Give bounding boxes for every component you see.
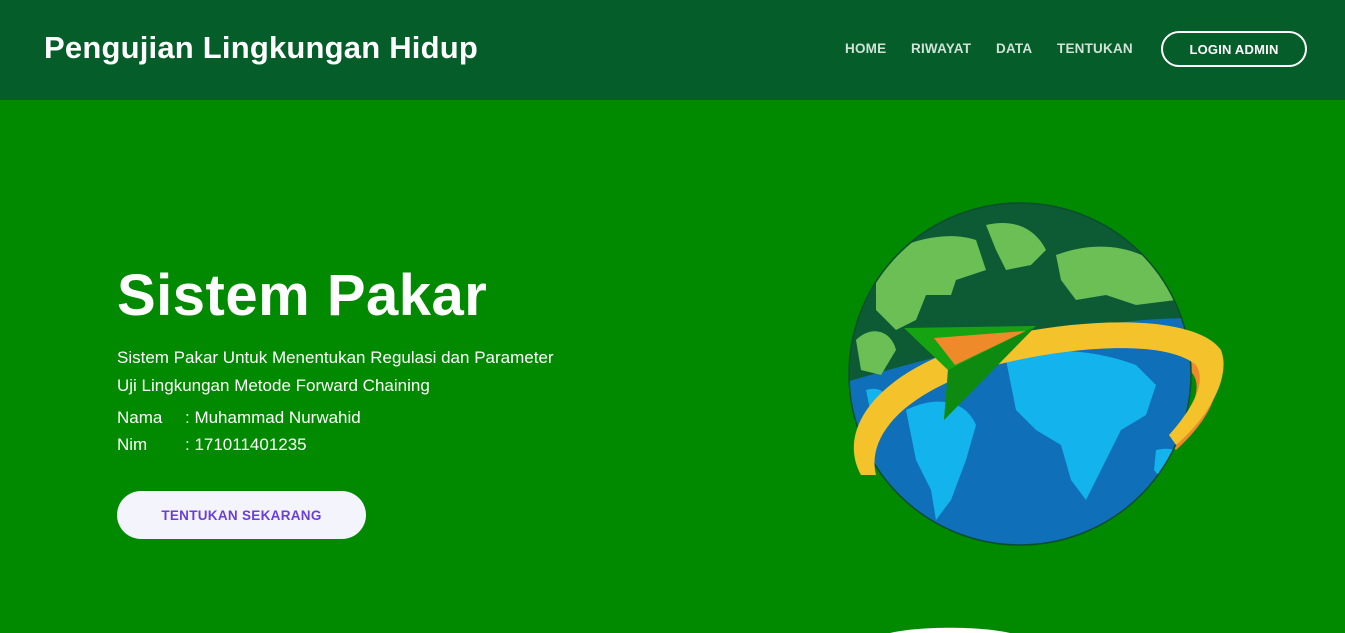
nim-value: : 171011401235: [185, 435, 307, 454]
nav-data-link[interactable]: DATA: [996, 41, 1032, 56]
navbar: Pengujian Lingkungan Hidup HOME RIWAYAT …: [0, 0, 1345, 100]
globe-with-paper-plane-icon: [848, 202, 1224, 546]
nama-row: Nama : Muhammad Nurwahid: [117, 408, 361, 428]
login-admin-button[interactable]: LOGIN ADMIN: [1161, 31, 1307, 67]
hero-title: Sistem Pakar: [117, 263, 488, 328]
nama-label: Nama: [117, 408, 163, 427]
nim-row: Nim : 171011401235: [117, 435, 307, 455]
nim-label: Nim: [117, 435, 148, 454]
nav-riwayat-link[interactable]: RIWAYAT: [911, 41, 971, 56]
nav-home-link[interactable]: HOME: [845, 41, 886, 56]
hero-description: Sistem Pakar Untuk Menentukan Regulasi d…: [117, 348, 554, 395]
main-nav: HOME RIWAYAT DATA TENTUKAN: [0, 41, 1345, 61]
nama-value: : Muhammad Nurwahid: [185, 408, 361, 427]
tentukan-sekarang-button[interactable]: TENTUKAN SEKARANG: [117, 491, 366, 539]
nav-tentukan-link[interactable]: TENTUKAN: [1057, 41, 1133, 56]
bottom-wave-decoration: [890, 627, 1010, 633]
